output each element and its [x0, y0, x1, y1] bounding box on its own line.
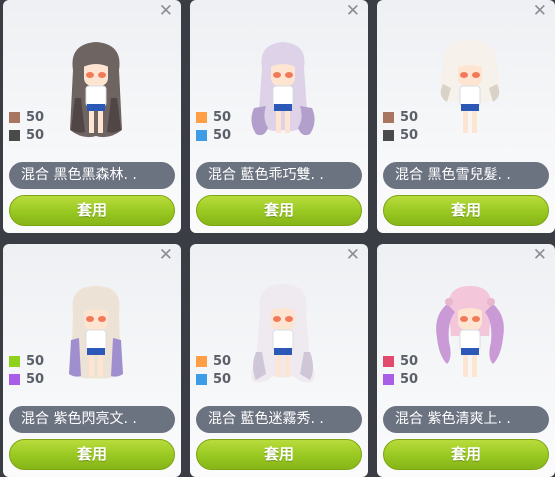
hair-card: ✕ 50 50 混合 藍色乖巧雙. . 套用 [190, 0, 368, 233]
apply-button[interactable]: 套用 [9, 195, 175, 226]
swatch-value: 50 [26, 371, 45, 387]
swatch-row: 50 [196, 108, 231, 126]
swatch-value: 50 [400, 109, 419, 125]
hair-name-label: 混合 黑色黑森林. . [9, 162, 175, 189]
apply-button[interactable]: 套用 [383, 439, 549, 470]
close-icon[interactable]: ✕ [159, 3, 173, 20]
color-swatches: 50 50 [383, 108, 418, 144]
hair-avatar-icon [69, 286, 123, 379]
color-swatch [9, 355, 20, 367]
apply-button[interactable]: 套用 [196, 195, 362, 226]
swatch-row: 50 [383, 352, 418, 370]
close-icon[interactable]: ✕ [346, 3, 360, 20]
swatch-row: 50 [196, 370, 231, 388]
hair-name-label: 混合 紫色閃亮文. . [9, 406, 175, 433]
color-swatch [196, 373, 207, 385]
hair-name-label: 混合 紫色清爽上. . [383, 406, 549, 433]
hair-avatar-icon [70, 42, 122, 138]
swatch-row: 50 [196, 352, 231, 370]
hair-avatar-icon [440, 40, 500, 133]
swatch-row: 50 [9, 352, 44, 370]
color-swatch [383, 355, 394, 367]
swatch-row: 50 [196, 126, 231, 144]
swatch-value: 50 [213, 127, 232, 143]
hair-name-label: 混合 藍色迷霧秀. . [196, 406, 362, 433]
hair-card: ✕ 50 50 混合 黑色黑森林. . 套用 [3, 0, 181, 233]
swatch-value: 50 [213, 109, 232, 125]
color-swatch [196, 355, 207, 367]
color-swatch [9, 111, 20, 123]
close-icon[interactable]: ✕ [533, 3, 547, 20]
hair-name-label: 混合 黑色雪兒髮. . [383, 162, 549, 189]
close-icon[interactable]: ✕ [159, 247, 173, 264]
swatch-value: 50 [400, 371, 419, 387]
apply-button[interactable]: 套用 [383, 195, 549, 226]
color-swatch [9, 129, 20, 141]
swatch-value: 50 [400, 353, 419, 369]
color-swatches: 50 50 [196, 352, 231, 388]
color-swatches: 50 50 [196, 108, 231, 144]
hair-card: ✕ 50 50 混合 紫色清爽上. . 套用 [377, 244, 555, 477]
color-swatches: 50 50 [9, 108, 44, 144]
swatch-row: 50 [383, 370, 418, 388]
swatch-row: 50 [9, 370, 44, 388]
hair-card: ✕ 50 50 混合 紫色閃亮文. . 套用 [3, 244, 181, 477]
swatch-value: 50 [400, 127, 419, 143]
color-swatch [383, 129, 394, 141]
close-icon[interactable]: ✕ [533, 247, 547, 264]
swatch-value: 50 [26, 127, 45, 143]
swatch-row: 50 [383, 126, 418, 144]
hair-card: ✕ 50 50 混合 藍色迷霧秀. . 套用 [190, 244, 368, 477]
hair-avatar-icon [251, 284, 315, 383]
swatch-value: 50 [213, 353, 232, 369]
hair-avatar-icon [436, 286, 504, 377]
swatch-value: 50 [213, 371, 232, 387]
color-swatches: 50 50 [9, 352, 44, 388]
color-swatch [196, 129, 207, 141]
hair-card: ✕ 50 50 混合 黑色雪兒髮. . 套用 [377, 0, 555, 233]
close-icon[interactable]: ✕ [346, 247, 360, 264]
color-swatch [383, 373, 394, 385]
swatch-value: 50 [26, 353, 45, 369]
color-swatch [196, 111, 207, 123]
color-swatch [383, 111, 394, 123]
color-swatches: 50 50 [383, 352, 418, 388]
hair-avatar-icon [251, 42, 315, 136]
swatch-row: 50 [9, 126, 44, 144]
swatch-value: 50 [26, 109, 45, 125]
apply-button[interactable]: 套用 [9, 439, 175, 470]
apply-button[interactable]: 套用 [196, 439, 362, 470]
color-swatch [9, 373, 20, 385]
hair-name-label: 混合 藍色乖巧雙. . [196, 162, 362, 189]
swatch-row: 50 [9, 108, 44, 126]
swatch-row: 50 [383, 108, 418, 126]
